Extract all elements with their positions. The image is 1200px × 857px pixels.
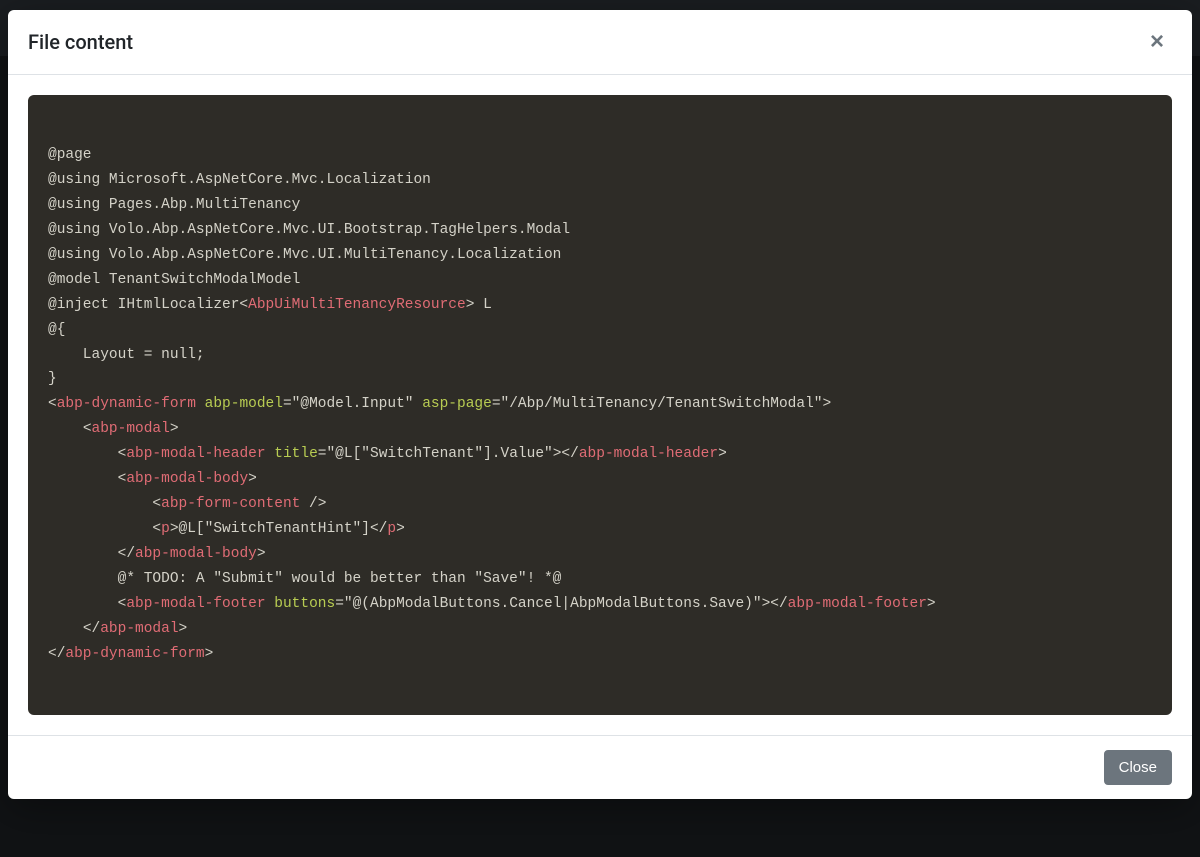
file-content-modal: File content × @page @using Microsoft.As… bbox=[8, 10, 1192, 799]
modal-title: File content bbox=[28, 30, 133, 54]
close-icon[interactable]: × bbox=[1142, 26, 1172, 58]
modal-body: @page @using Microsoft.AspNetCore.Mvc.Lo… bbox=[8, 75, 1192, 735]
close-button[interactable]: Close bbox=[1104, 750, 1172, 785]
modal-header: File content × bbox=[8, 10, 1192, 75]
file-content-code: @page @using Microsoft.AspNetCore.Mvc.Lo… bbox=[28, 95, 1172, 715]
modal-backdrop: File content × @page @using Microsoft.As… bbox=[0, 0, 1200, 857]
modal-footer: Close bbox=[8, 735, 1192, 799]
